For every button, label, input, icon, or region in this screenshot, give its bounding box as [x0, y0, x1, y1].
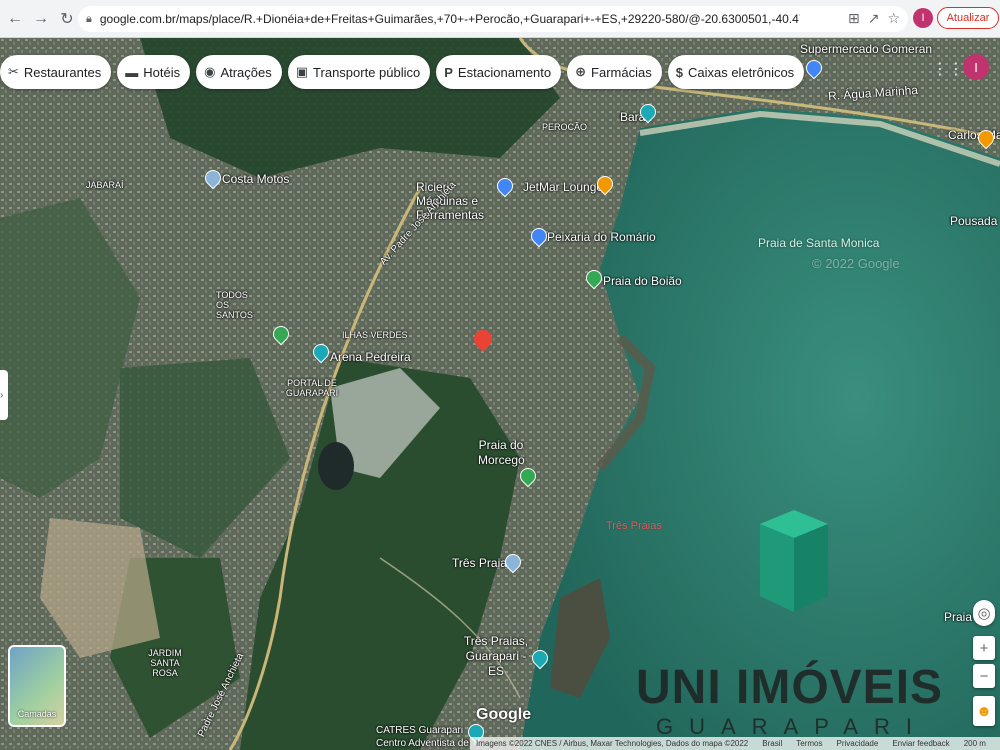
pharmacy-icon: ⊕ — [575, 64, 587, 79]
restaurant-icon: ✂ — [8, 64, 19, 79]
layers-label: Camadas — [17, 709, 57, 719]
place-label-supermercado[interactable]: Supermercado Gomeran — [800, 42, 932, 56]
category-chip-restaurant[interactable]: ✂ Restaurantes — [0, 55, 112, 89]
bookmark-star-icon[interactable]: ☆ — [887, 10, 900, 27]
place-label-jetmar[interactable]: JetMar Lounge — [523, 180, 603, 194]
category-chip-label: Atrações — [220, 64, 272, 80]
google-logo: Google — [476, 706, 532, 723]
place-label-arena-pedreira[interactable]: Arena Pedreira — [330, 350, 411, 364]
attraction-icon: ◉ — [204, 64, 216, 79]
lock-icon: 🔒︎ — [86, 12, 92, 25]
neighborhood-label-portal-guarapari: PORTAL DE GUARAPARI — [285, 378, 339, 398]
water-label-praia-santa-monica: Praia de Santa Monica — [758, 236, 880, 250]
category-chip-label: Hotéis — [143, 64, 181, 80]
category-chip-label: Caixas eletrônicos — [687, 64, 795, 80]
account-avatar[interactable]: I — [963, 54, 989, 80]
category-chip-parking[interactable]: P Estacionamento — [436, 55, 562, 89]
collapse-panel-icon[interactable]: › — [0, 370, 8, 420]
layers-button[interactable]: Camadas — [8, 645, 66, 727]
category-chip-hotel[interactable]: ▬ Hotéis — [117, 55, 191, 89]
place-label-praia-morcego[interactable]: Praia do Morcego — [478, 438, 525, 468]
category-chip-label: Restaurantes — [23, 64, 102, 80]
url-text[interactable]: google.com.br/maps/place/R.+Dionéia+de+F… — [100, 12, 800, 26]
atm-icon: $ — [675, 64, 683, 80]
uni-imoveis-logo-icon — [760, 510, 828, 612]
install-icon[interactable]: ⊞ — [848, 10, 860, 27]
feedback-link[interactable]: Enviar feedback — [892, 739, 949, 748]
update-button[interactable]: Atualizar — [937, 7, 999, 29]
place-label-peixaria[interactable]: Peixaria do Romário — [547, 230, 656, 244]
neighborhood-label-todos-os-santos: TODOS OS SANTOS — [216, 290, 253, 320]
hotel-icon: ▬ — [125, 64, 139, 80]
place-label-praia-boiao[interactable]: Praia do Boião — [603, 274, 682, 288]
apps-grid-icon[interactable]: ⋮⋮ — [932, 59, 964, 79]
forward-icon[interactable]: → — [30, 8, 52, 30]
neighborhood-label-jardim-santa-rosa: JARDIM SANTA ROSA — [148, 648, 182, 678]
parking-icon: P — [444, 64, 453, 80]
map-footer: Imagens ©2022 CNES / Airbus, Maxar Techn… — [470, 737, 1000, 750]
copyright-watermark: © 2022 Google — [812, 256, 900, 271]
water-label-tres-praias: Três Praias — [606, 520, 662, 532]
category-chip-atm[interactable]: $ Caixas eletrônicos — [667, 55, 805, 89]
category-chip-label: Farmácias — [591, 64, 652, 80]
category-filter-bar: ✂ Restaurantes ▬ Hotéis ◉ Atrações ▣ Transporte… — [0, 55, 805, 89]
category-chip-attraction[interactable]: ◉ Atrações — [196, 55, 282, 89]
neighborhood-label-jabarai: JABARAÍ — [86, 180, 124, 190]
place-label-catres[interactable]: CATRES Guarapari Centro Adventista de — [376, 724, 476, 750]
country-link[interactable]: Brasil — [762, 739, 782, 748]
street-view-pegman-icon[interactable]: ☻ — [973, 696, 995, 726]
watermark-title: UNI IMÓVEIS — [636, 661, 944, 714]
neighborhood-label-perocao: PEROCÃO — [542, 122, 588, 132]
address-bar[interactable]: 🔒︎ google.com.br/maps/place/R.+Dionéia+d… — [78, 6, 908, 32]
category-chip-transit[interactable]: ▣ Transporte público — [287, 55, 431, 89]
scale-label: 200 m — [963, 739, 986, 748]
category-chip-label: Transporte público — [313, 64, 421, 80]
category-chip-pharmacy[interactable]: ⊕ Farmácias — [567, 55, 662, 89]
zoom-in-button[interactable]: + — [973, 636, 995, 660]
category-chip-label: Estacionamento — [457, 64, 552, 80]
profile-avatar[interactable]: I — [913, 8, 933, 28]
place-label-costa-motos[interactable]: Costa Motos — [222, 172, 289, 186]
zoom-out-button[interactable]: − — [973, 664, 995, 688]
share-icon[interactable]: ↗ — [868, 10, 880, 27]
imagery-credit: Imagens ©2022 CNES / Airbus, Maxar Techn… — [476, 739, 749, 748]
back-icon[interactable]: ← — [4, 8, 26, 30]
terms-link[interactable]: Termos — [796, 739, 822, 748]
transit-icon: ▣ — [295, 64, 309, 79]
satellite-map[interactable]: Supermercado Gomeran R. Água Marinha Car… — [0, 38, 1000, 750]
privacy-link[interactable]: Privacidade — [837, 739, 879, 748]
neighborhood-label-ilhas-verdes: ILHAS VERDES — [342, 330, 408, 340]
browser-toolbar: ← → ↻ 🔒︎ google.com.br/maps/place/R.+Dio… — [0, 0, 1000, 38]
place-label-pousada[interactable]: Pousada — [950, 214, 997, 228]
reload-icon[interactable]: ↻ — [56, 8, 78, 30]
location-icon[interactable]: ◎ — [973, 600, 995, 626]
place-label-tres-praias-guarapari[interactable]: Três Praias, Guarapari - ES — [462, 634, 530, 679]
